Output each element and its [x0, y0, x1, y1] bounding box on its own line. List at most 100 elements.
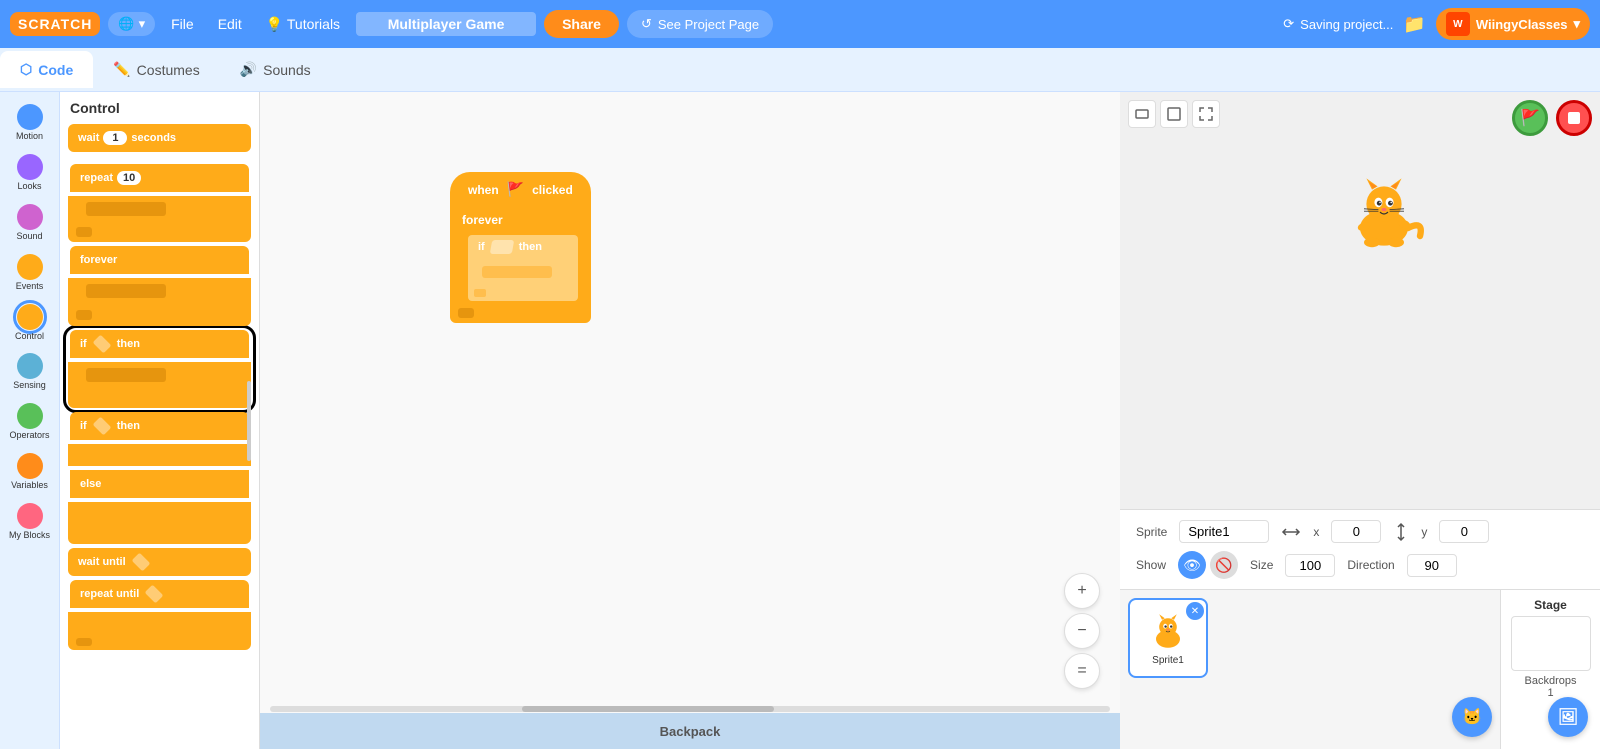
x-input[interactable] [1331, 520, 1381, 543]
sidebar-item-looks[interactable]: Looks [0, 150, 59, 196]
backpack-bar[interactable]: Backpack [260, 713, 1120, 749]
motion-dot [17, 104, 43, 130]
hide-eye-button[interactable]: 🚫 [1210, 551, 1238, 579]
stage-normal-view[interactable] [1160, 100, 1188, 128]
blocks-panel-title: Control [66, 100, 253, 116]
show-eye-button[interactable]: 👁 [1178, 551, 1206, 579]
green-flag-icon: 🚩 [507, 181, 524, 198]
categories-panel: Motion Looks Sound Events Control Sensin… [0, 92, 60, 749]
svg-text:🖼: 🖼 [1558, 707, 1578, 726]
globe-arrow: ▾ [139, 16, 146, 32]
edit-menu[interactable]: Edit [210, 12, 250, 36]
when-clicked-hat[interactable]: when 🚩 clicked [450, 172, 591, 207]
add-backdrop-button[interactable]: 🖼 [1548, 697, 1588, 737]
repeat-until-block-wrapper: repeat until [68, 580, 251, 650]
tab-costumes[interactable]: ✏️ Costumes [93, 51, 219, 88]
forever-block[interactable]: forever [70, 246, 249, 274]
user-badge[interactable]: W WiingyClasses ▾ [1436, 8, 1590, 40]
tab-sounds[interactable]: 🔊 Sounds [220, 51, 331, 88]
sidebar-item-motion[interactable]: Motion [0, 100, 59, 146]
flag-icon: 🚩 [1520, 108, 1540, 128]
repeat-block-wrapper: repeat 10 [68, 164, 251, 242]
operators-label: Operators [9, 431, 49, 441]
wait-until-block[interactable]: wait until [68, 548, 251, 576]
stop-button[interactable] [1556, 100, 1592, 136]
backdrop-add-icon: 🖼 [1558, 707, 1578, 727]
forever-block-wrapper: forever [68, 246, 251, 326]
x-label: x [1313, 525, 1319, 539]
if-canvas-block[interactable]: if then [468, 235, 578, 259]
tab-code[interactable]: ⬡ Code [0, 51, 93, 88]
see-project-button[interactable]: ↺ See Project Page [627, 10, 773, 38]
svg-text:🐱: 🐱 [1462, 708, 1482, 726]
wait-block[interactable]: wait 1 seconds [68, 124, 251, 152]
file-menu[interactable]: File [163, 12, 202, 36]
sensing-dot [17, 353, 43, 379]
if-then-else-block-wrapper: if then else [68, 412, 251, 544]
small-stage-icon [1135, 107, 1149, 121]
speaker-icon: 🔊 [240, 61, 257, 78]
blocks-panel: Control wait 1 seconds repeat 10 forever [60, 92, 260, 749]
scroll-indicator[interactable] [247, 381, 251, 461]
stage-fullscreen-view[interactable] [1192, 100, 1220, 128]
motion-label: Motion [16, 132, 43, 142]
sidebar-item-sound[interactable]: Sound [0, 200, 59, 246]
sidebar-item-control[interactable]: Control [0, 300, 59, 346]
stage-thumbnail[interactable] [1511, 616, 1591, 671]
globe-button[interactable]: 🌐 ▾ [108, 12, 155, 36]
sidebar-item-variables[interactable]: Variables [0, 449, 59, 495]
chevron-down-icon: ▾ [1573, 16, 1580, 32]
size-input[interactable] [1285, 554, 1335, 577]
sprite-name-input[interactable] [1179, 520, 1269, 543]
green-flag-button[interactable]: 🚩 [1512, 100, 1548, 136]
variables-label: Variables [11, 481, 48, 491]
control-label: Control [15, 332, 44, 342]
sound-dot [17, 204, 43, 230]
my-blocks-dot [17, 503, 43, 529]
if-else-block[interactable]: if then [70, 412, 249, 440]
sprite-fields-row: Sprite x y [1136, 520, 1584, 543]
operators-dot [17, 403, 43, 429]
navbar: SCRATCH 🌐 ▾ File Edit 💡 Tutorials Share … [0, 0, 1600, 48]
script-area[interactable]: when 🚩 clicked forever if then [260, 92, 1120, 749]
zoom-in-button[interactable]: + [1064, 573, 1100, 609]
run-controls: 🚩 [1512, 100, 1592, 136]
my-blocks-label: My Blocks [9, 531, 50, 541]
direction-label: Direction [1347, 558, 1394, 572]
sidebar-item-my-blocks[interactable]: My Blocks [0, 499, 59, 545]
direction-input[interactable] [1407, 554, 1457, 577]
else-block[interactable]: else [70, 470, 249, 498]
delete-sprite-button[interactable]: ✕ [1186, 602, 1204, 620]
sidebar-item-operators[interactable]: Operators [0, 399, 59, 445]
tutorials-menu[interactable]: 💡 Tutorials [258, 12, 348, 37]
zoom-fit-button[interactable]: = [1064, 653, 1100, 689]
looks-label: Looks [17, 182, 41, 192]
add-sprite-button[interactable]: 🐱 [1452, 697, 1492, 737]
scratch-logo: SCRATCH [10, 12, 100, 36]
sprite-row2: Show 👁 🚫 Size Direction [1136, 551, 1584, 579]
sidebar-item-events[interactable]: Events [0, 250, 59, 296]
show-icons: 👁 🚫 [1178, 551, 1238, 579]
scroll-thumb[interactable] [522, 706, 774, 712]
zoom-out-button[interactable]: − [1064, 613, 1100, 649]
project-name-input[interactable] [356, 12, 536, 36]
share-button[interactable]: Share [544, 10, 619, 38]
stage-small-view[interactable] [1128, 100, 1156, 128]
if-then-block[interactable]: if then [70, 330, 249, 358]
looks-dot [17, 154, 43, 180]
sprite-label: Sprite [1136, 525, 1167, 539]
right-panel: 🚩 [1120, 92, 1600, 749]
zoom-controls: + − = [1064, 573, 1100, 689]
horizontal-scrollbar[interactable] [260, 705, 1120, 713]
repeat-until-block[interactable]: repeat until [70, 580, 249, 608]
sprite-inspector: Sprite x y Show [1120, 509, 1600, 589]
spinner-icon: ⟳ [1283, 16, 1294, 32]
repeat-block[interactable]: repeat 10 [70, 164, 249, 192]
sidebar-item-sensing[interactable]: Sensing [0, 349, 59, 395]
forever-canvas-block[interactable]: forever [450, 207, 591, 233]
stop-icon [1566, 110, 1582, 126]
width-icon [1281, 524, 1301, 540]
folder-icon[interactable]: 📁 [1403, 14, 1425, 35]
sprite-thumb-sprite1[interactable]: ✕ Sprite1 [1128, 598, 1208, 678]
y-input[interactable] [1439, 520, 1489, 543]
